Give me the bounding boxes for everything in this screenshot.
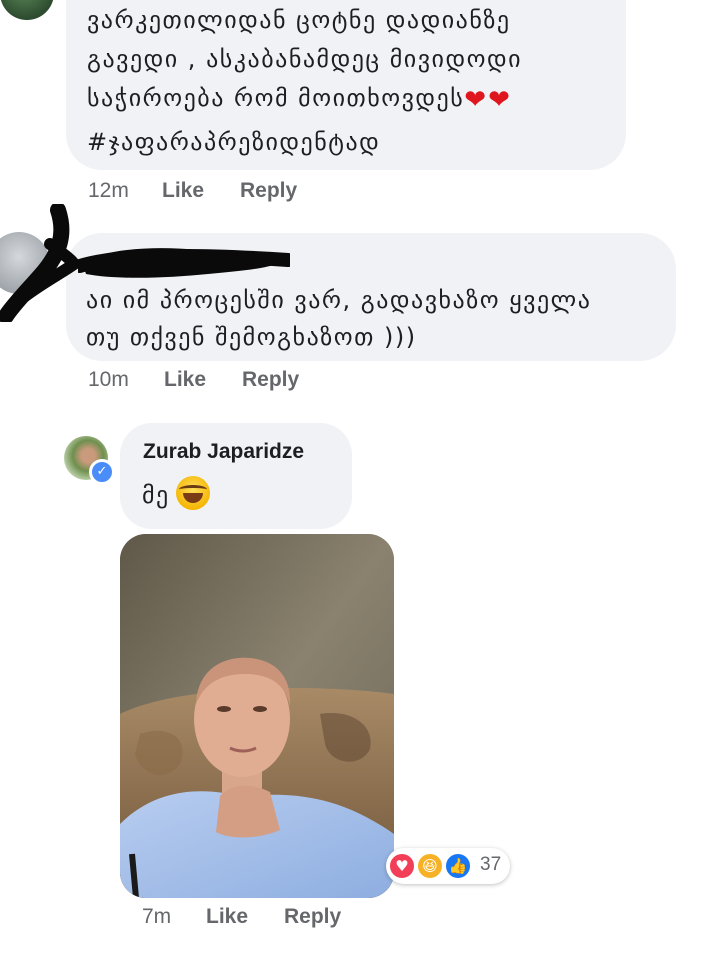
comment-text-segment: საჭიროება რომ მოითხოვდეს <box>87 84 465 112</box>
red-heart-icon: ❤❤ <box>464 85 512 115</box>
comment-text-line: ვარკეთილიდან ცოტნე დადიანზე <box>87 6 511 34</box>
photo-image <box>120 534 394 898</box>
reaction-count: 37 <box>480 854 502 875</box>
comment-timestamp[interactable]: 10m <box>88 368 129 392</box>
commenter-avatar[interactable] <box>0 0 54 20</box>
redacted-author-name <box>78 248 290 278</box>
author-name[interactable]: Zurab Japaridze <box>143 440 304 464</box>
haha-reaction-icon: 😆 <box>416 852 444 880</box>
reply-text-segment: მე <box>142 481 170 509</box>
like-button[interactable]: Like <box>206 905 248 929</box>
tears-of-joy-emoji-icon <box>175 476 210 510</box>
reply-button[interactable]: Reply <box>242 368 299 392</box>
like-button[interactable]: Like <box>162 179 204 203</box>
like-button[interactable]: Like <box>164 368 206 392</box>
reply-timestamp[interactable]: 7m <box>142 905 171 929</box>
attached-photo[interactable] <box>120 534 394 898</box>
reply-button[interactable]: Reply <box>240 179 297 203</box>
like-reaction-icon: 👍 <box>444 852 472 880</box>
reply-text: მე <box>142 476 210 514</box>
redaction-scribble <box>0 204 80 322</box>
reactions-summary[interactable]: ♥ 😆 👍 37 <box>386 848 510 884</box>
comment-text-line: აი იმ პროცესში ვარ, გადავხაზო ყველა <box>86 286 592 314</box>
comment-text-line: საჭიროება რომ მოითხოვდეს❤❤ <box>87 79 512 119</box>
comment-text-line: თუ თქვენ შემოგხაზოთ ))) <box>86 323 417 351</box>
verified-badge-icon: ✓ <box>89 459 115 485</box>
comment-hashtag[interactable]: #ჯაფარაპრეზიდენტად <box>87 123 380 161</box>
comment-text-line: გავედი , ასკაბანამდეც მივიდოდი <box>87 45 522 73</box>
comment-timestamp[interactable]: 12m <box>88 179 129 203</box>
love-reaction-icon: ♥ <box>388 852 416 880</box>
reply-button[interactable]: Reply <box>284 905 341 929</box>
